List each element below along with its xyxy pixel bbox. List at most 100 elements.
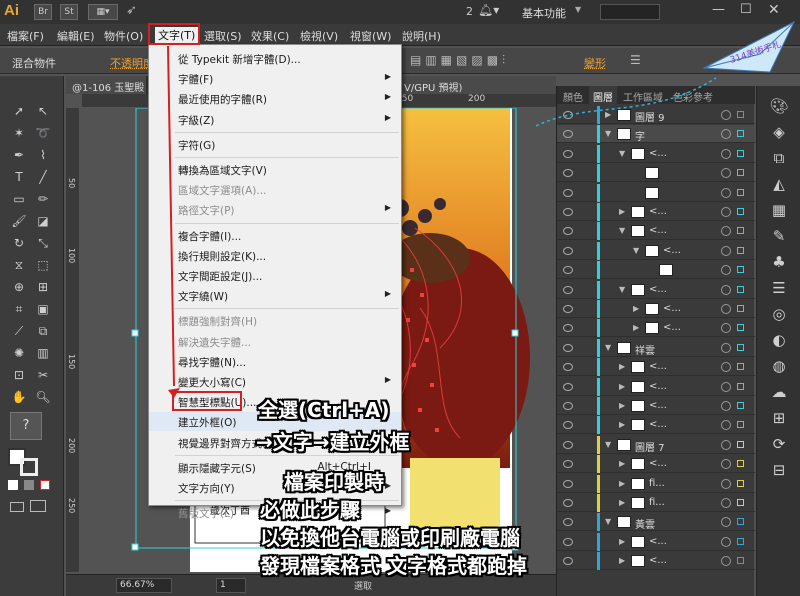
- graph-tool-icon[interactable]: ▥: [34, 344, 52, 362]
- layer-row[interactable]: ▼ <...: [557, 280, 755, 299]
- layer-row[interactable]: [557, 183, 755, 202]
- brushes-panel-icon[interactable]: ✎: [769, 226, 789, 246]
- expand-down-icon[interactable]: ▼: [605, 343, 611, 352]
- visibility-eye-icon[interactable]: [563, 343, 573, 352]
- layer-row[interactable]: ▼ <...: [557, 144, 755, 163]
- visibility-eye-icon[interactable]: [563, 421, 573, 430]
- layer-row[interactable]: ▼ 圖層 7: [557, 435, 755, 454]
- selection-square-icon[interactable]: [737, 343, 744, 351]
- target-circle-icon[interactable]: [721, 148, 731, 159]
- selection-square-icon[interactable]: [737, 382, 744, 390]
- type-tool-icon[interactable]: T: [10, 168, 28, 186]
- layer-name[interactable]: 字: [635, 128, 645, 143]
- layers-panel-icon[interactable]: ◈: [769, 122, 789, 142]
- target-circle-icon[interactable]: [721, 342, 731, 353]
- expand-right-icon[interactable]: ▶: [633, 323, 639, 332]
- selection-square-icon[interactable]: [737, 499, 744, 506]
- layer-name[interactable]: <...: [663, 245, 681, 256]
- pencil-icon[interactable]: ✏: [34, 190, 52, 208]
- paintbrush-icon[interactable]: 🖌︎: [10, 212, 28, 230]
- lasso-icon[interactable]: ➰: [34, 124, 52, 142]
- layer-row[interactable]: [557, 164, 755, 183]
- expand-down-icon[interactable]: ▼: [605, 440, 611, 449]
- swatches-panel-icon[interactable]: ▦: [769, 200, 789, 220]
- target-circle-icon[interactable]: [721, 207, 731, 217]
- zoom-tool-icon[interactable]: 🔍︎: [34, 388, 52, 406]
- layer-name[interactable]: 黃雲: [635, 516, 655, 531]
- target-circle-icon[interactable]: [721, 401, 731, 411]
- selection-square-icon[interactable]: [737, 208, 744, 215]
- visibility-eye-icon[interactable]: [563, 130, 573, 139]
- menu-window[interactable]: 視窗(W): [350, 28, 391, 44]
- menu-edit[interactable]: 編輯(E): [57, 28, 95, 44]
- transform-label[interactable]: 變形: [584, 55, 606, 71]
- layer-name[interactable]: <...: [649, 225, 667, 236]
- visibility-eye-icon[interactable]: [563, 149, 573, 158]
- target-circle-icon[interactable]: [721, 420, 731, 431]
- visibility-eye-icon[interactable]: [563, 440, 573, 449]
- visibility-eye-icon[interactable]: [563, 363, 573, 372]
- arrange-documents-icon[interactable]: ▦▾: [88, 4, 118, 20]
- expand-down-icon[interactable]: ▼: [619, 149, 625, 158]
- symbol-sprayer-icon[interactable]: ✺: [10, 344, 28, 362]
- selection-square-icon[interactable]: [737, 518, 744, 526]
- expand-down-icon[interactable]: ▼: [633, 246, 639, 255]
- target-circle-icon[interactable]: [721, 362, 731, 373]
- width-tool-icon[interactable]: ⧖: [10, 256, 28, 274]
- expand-down-icon[interactable]: ▼: [605, 517, 611, 526]
- pen-tool-icon[interactable]: ✒: [10, 146, 28, 164]
- graphic-styles-icon[interactable]: ◍: [769, 356, 789, 376]
- visibility-eye-icon[interactable]: [563, 537, 573, 546]
- rectangle-tool-icon[interactable]: ▭: [10, 190, 28, 208]
- selection-square-icon[interactable]: [737, 111, 744, 118]
- target-circle-icon[interactable]: [721, 265, 731, 276]
- visibility-eye-icon[interactable]: [563, 246, 573, 255]
- line-tool-icon[interactable]: ╱: [34, 168, 52, 186]
- draw-mode-icon[interactable]: [10, 502, 24, 512]
- stroke-panel-icon[interactable]: ☰: [769, 278, 789, 298]
- expand-right-icon[interactable]: ▶: [619, 459, 625, 468]
- shape-builder-icon[interactable]: ⊕: [10, 278, 28, 296]
- selection-square-icon[interactable]: [737, 557, 744, 565]
- libraries-panel-icon[interactable]: ☁: [769, 382, 789, 402]
- menu-object[interactable]: 物件(O): [104, 28, 143, 44]
- layer-name[interactable]: 圖層 7: [635, 439, 665, 454]
- maximize-icon[interactable]: ☐: [740, 2, 752, 17]
- target-circle-icon[interactable]: [721, 284, 731, 295]
- layer-name[interactable]: <...: [649, 419, 667, 430]
- layer-name[interactable]: fi...: [649, 478, 665, 489]
- layer-row[interactable]: ▶ fi...: [557, 474, 755, 493]
- expand-right-icon[interactable]: ▶: [619, 420, 625, 429]
- selection-square-icon[interactable]: [737, 324, 744, 332]
- align-panel-icon[interactable]: ⊞: [769, 408, 789, 428]
- selection-square-icon[interactable]: [737, 227, 744, 235]
- menu-help[interactable]: 說明(H): [402, 28, 441, 44]
- menu-file[interactable]: 檔案(F): [7, 28, 44, 44]
- target-circle-icon[interactable]: [721, 323, 731, 334]
- align-icons[interactable]: ▤▥▦▧▨▩⫶: [410, 53, 509, 68]
- color-mode-icon[interactable]: [8, 480, 18, 490]
- menu-select[interactable]: 選取(S): [204, 28, 242, 44]
- selection-tool-icon[interactable]: ➚: [10, 102, 28, 120]
- control-menu-icon[interactable]: ☰: [630, 53, 641, 67]
- layer-name[interactable]: <...: [649, 148, 667, 159]
- transform-panel-icon[interactable]: ⟳: [769, 434, 789, 454]
- visibility-eye-icon[interactable]: [563, 460, 573, 469]
- layer-name[interactable]: <...: [649, 381, 667, 392]
- selection-square-icon[interactable]: [737, 169, 744, 177]
- rotate-icon[interactable]: ↻: [10, 234, 28, 252]
- stroke-swatch[interactable]: [20, 458, 38, 476]
- expand-right-icon[interactable]: ▶: [619, 498, 625, 507]
- slice-tool-icon[interactable]: ✂: [34, 366, 52, 384]
- expand-right-icon[interactable]: ▶: [619, 556, 625, 565]
- expand-down-icon[interactable]: ▼: [619, 285, 625, 294]
- pathfinder-panel-icon[interactable]: ⊟: [769, 460, 789, 480]
- target-circle-icon[interactable]: [721, 129, 731, 140]
- transparency-panel-icon[interactable]: ◎: [769, 304, 789, 324]
- appearance-panel-icon[interactable]: ◐: [769, 330, 789, 350]
- workspace-switcher[interactable]: 基本功能: [522, 5, 566, 21]
- layer-row[interactable]: ▶ <...: [557, 319, 755, 338]
- eraser-icon[interactable]: ◪: [34, 212, 52, 230]
- selection-square-icon[interactable]: [737, 188, 744, 196]
- none-mode-icon[interactable]: [40, 480, 50, 490]
